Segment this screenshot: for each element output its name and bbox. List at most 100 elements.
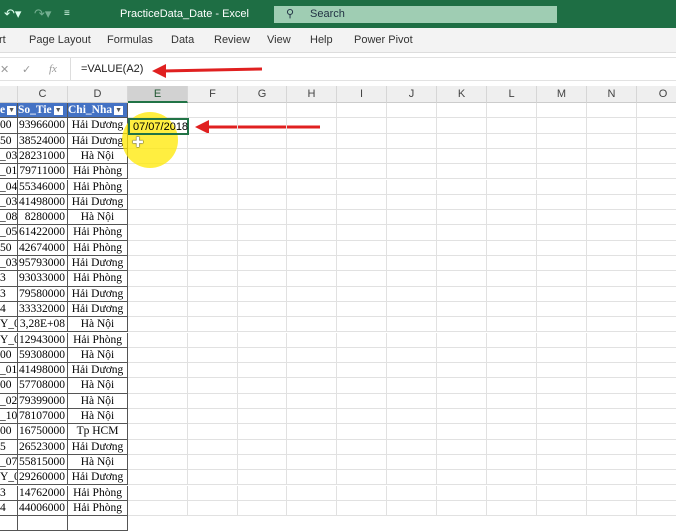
cell[interactable] xyxy=(637,486,676,501)
cell-chi-nhanh[interactable]: Hải Dương xyxy=(68,286,128,302)
cell[interactable] xyxy=(537,393,587,409)
cell[interactable] xyxy=(238,118,287,134)
cell-b[interactable]: 50 xyxy=(0,240,18,256)
cell-so-tien[interactable]: 95793000 xyxy=(18,256,68,272)
cell[interactable] xyxy=(287,424,337,440)
cell[interactable] xyxy=(188,393,238,409)
cell[interactable] xyxy=(337,194,387,211)
cell[interactable] xyxy=(537,439,587,455)
cell-b[interactable]: 4 xyxy=(0,500,18,517)
cell[interactable] xyxy=(537,118,587,134)
cell[interactable] xyxy=(337,347,387,364)
cell[interactable] xyxy=(537,500,587,517)
cell-chi-nhanh[interactable]: Hà Nội xyxy=(68,378,128,394)
cell[interactable] xyxy=(487,347,537,364)
cell[interactable] xyxy=(587,500,637,517)
cell[interactable] xyxy=(287,378,337,394)
table-header-cell[interactable]: Chi_Nha ▼ xyxy=(68,103,128,119)
cell[interactable] xyxy=(287,301,337,318)
cell[interactable] xyxy=(287,363,337,379)
cell[interactable] xyxy=(238,378,287,394)
cell-chi-nhanh[interactable]: Hải Dương xyxy=(68,194,128,211)
cell[interactable] xyxy=(537,103,587,119)
cell[interactable] xyxy=(487,439,537,455)
cell-so-tien[interactable]: 33332000 xyxy=(18,301,68,318)
cell[interactable] xyxy=(637,440,676,455)
cell[interactable] xyxy=(337,240,387,256)
cell-so-tien[interactable]: 55346000 xyxy=(18,179,68,195)
cell[interactable] xyxy=(238,286,287,302)
cell[interactable] xyxy=(387,301,437,318)
cell-so-tien[interactable]: 55815000 xyxy=(18,454,68,471)
cell[interactable] xyxy=(128,470,188,486)
cell[interactable] xyxy=(238,271,287,287)
cell[interactable] xyxy=(587,256,637,272)
cell[interactable] xyxy=(188,256,238,272)
cell[interactable] xyxy=(487,454,537,471)
cell[interactable] xyxy=(637,363,676,379)
cell[interactable] xyxy=(238,393,287,409)
cell[interactable] xyxy=(287,470,337,486)
cell[interactable] xyxy=(337,271,387,287)
cell[interactable] xyxy=(188,164,238,180)
cell[interactable] xyxy=(387,378,437,394)
cell-b[interactable]: Y_0 xyxy=(0,332,18,348)
cell[interactable] xyxy=(188,454,238,471)
cell-chi-nhanh[interactable]: Hải Dương xyxy=(68,118,128,134)
cell[interactable] xyxy=(337,148,387,165)
cell[interactable] xyxy=(188,424,238,440)
cell[interactable] xyxy=(188,271,238,287)
cell[interactable] xyxy=(238,424,287,440)
cell[interactable] xyxy=(337,500,387,517)
cell[interactable] xyxy=(437,317,487,333)
cell[interactable] xyxy=(437,470,487,486)
cell-chi-nhanh[interactable]: Hà Nội xyxy=(68,454,128,471)
cell-chi-nhanh[interactable]: Hải Dương xyxy=(68,470,128,486)
cell-b[interactable]: _03 xyxy=(0,148,18,165)
cell[interactable] xyxy=(337,103,387,119)
cell[interactable] xyxy=(238,103,287,119)
cell[interactable] xyxy=(637,455,676,471)
cell[interactable] xyxy=(537,485,587,501)
cell[interactable] xyxy=(238,256,287,272)
cell[interactable] xyxy=(637,256,676,272)
cell[interactable] xyxy=(287,256,337,272)
cell-chi-nhanh[interactable]: Hải Phòng xyxy=(68,271,128,287)
cell[interactable] xyxy=(487,256,537,272)
cell[interactable] xyxy=(487,332,537,348)
cell[interactable] xyxy=(128,332,188,348)
cell[interactable] xyxy=(587,393,637,409)
cell[interactable] xyxy=(587,409,637,425)
cell-b[interactable]: 00 xyxy=(0,118,18,134)
cell[interactable] xyxy=(238,439,287,455)
cell-chi-nhanh[interactable]: Hà Nội xyxy=(68,347,128,364)
cell[interactable] xyxy=(437,301,487,318)
cell-so-tien[interactable]: 14762000 xyxy=(18,485,68,501)
cell[interactable] xyxy=(587,332,637,348)
cell[interactable] xyxy=(637,470,676,486)
column-header[interactable]: N xyxy=(587,86,637,103)
cell[interactable] xyxy=(487,225,537,241)
cell-b[interactable]: _03 xyxy=(0,194,18,211)
cell[interactable] xyxy=(437,179,487,195)
cell[interactable] xyxy=(387,103,437,119)
cell[interactable] xyxy=(337,164,387,180)
cell[interactable] xyxy=(387,409,437,425)
cell[interactable] xyxy=(587,286,637,302)
cell-chi-nhanh[interactable]: Hải Dương xyxy=(68,363,128,379)
cell[interactable] xyxy=(437,286,487,302)
cell[interactable] xyxy=(387,148,437,165)
table-header-cell[interactable]: e ▼ xyxy=(0,103,18,119)
cell[interactable] xyxy=(128,240,188,256)
cell[interactable] xyxy=(387,179,437,195)
cell[interactable] xyxy=(637,164,676,180)
cell-so-tien[interactable]: 78107000 xyxy=(18,409,68,425)
cell-so-tien[interactable]: 61422000 xyxy=(18,225,68,241)
cell[interactable] xyxy=(637,317,676,333)
cell[interactable] xyxy=(188,409,238,425)
cell-so-tien[interactable]: 41498000 xyxy=(18,363,68,379)
cell[interactable] xyxy=(587,103,637,119)
cell-so-tien[interactable]: 8280000 xyxy=(18,210,68,226)
cell[interactable] xyxy=(128,393,188,409)
cell[interactable] xyxy=(537,148,587,165)
